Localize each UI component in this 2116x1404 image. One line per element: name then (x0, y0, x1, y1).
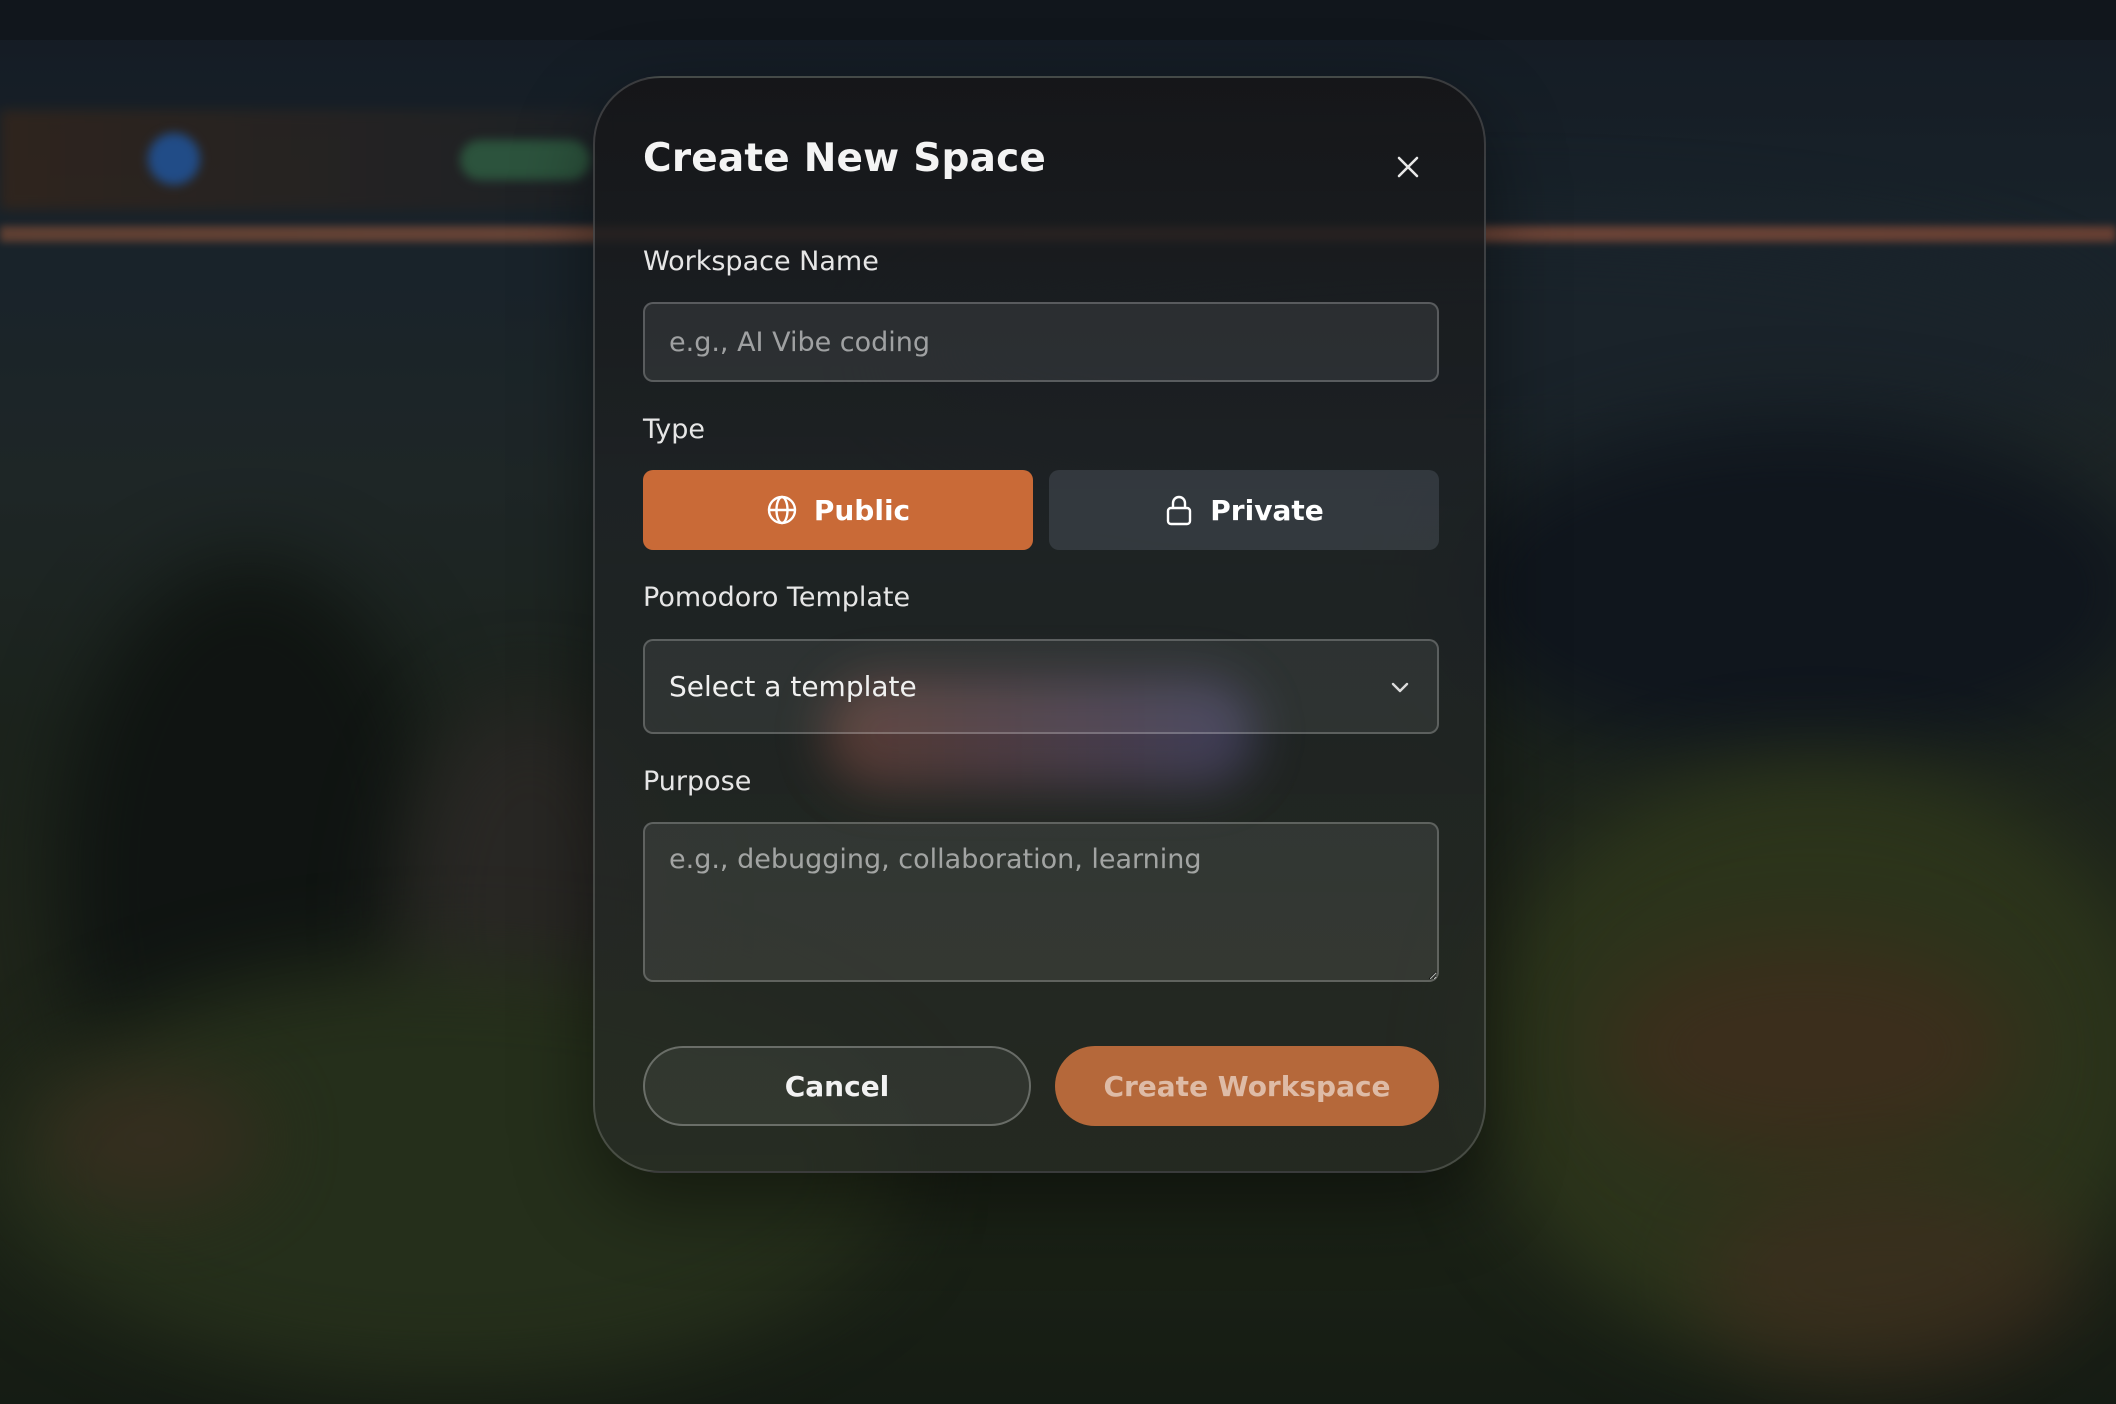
type-public-label: Public (813, 493, 911, 527)
purpose-label: Purpose (643, 766, 752, 797)
workspace-name-input[interactable] (643, 302, 1439, 382)
type-private-button[interactable]: Private (1049, 470, 1439, 550)
close-button[interactable] (1385, 144, 1431, 190)
dialog-title: Create New Space (643, 136, 1047, 181)
purpose-textarea[interactable] (643, 822, 1439, 982)
create-workspace-button[interactable]: Create Workspace (1055, 1046, 1439, 1126)
globe-icon (767, 495, 797, 525)
lock-icon (1167, 495, 1192, 526)
create-space-dialog: Create New Space Workspace Name Type Pub… (593, 76, 1486, 1173)
close-icon (1397, 156, 1419, 178)
type-label: Type (643, 414, 706, 445)
pomodoro-template-select[interactable]: Select a template (643, 639, 1439, 734)
type-public-button[interactable]: Public (643, 470, 1033, 550)
chevron-down-icon (1391, 682, 1409, 692)
workspace-name-label: Workspace Name (643, 246, 879, 277)
pomodoro-template-value: Select a template (669, 670, 917, 703)
type-private-label: Private (1210, 493, 1324, 527)
pomodoro-template-label: Pomodoro Template (643, 582, 911, 613)
cancel-button[interactable]: Cancel (643, 1046, 1031, 1126)
